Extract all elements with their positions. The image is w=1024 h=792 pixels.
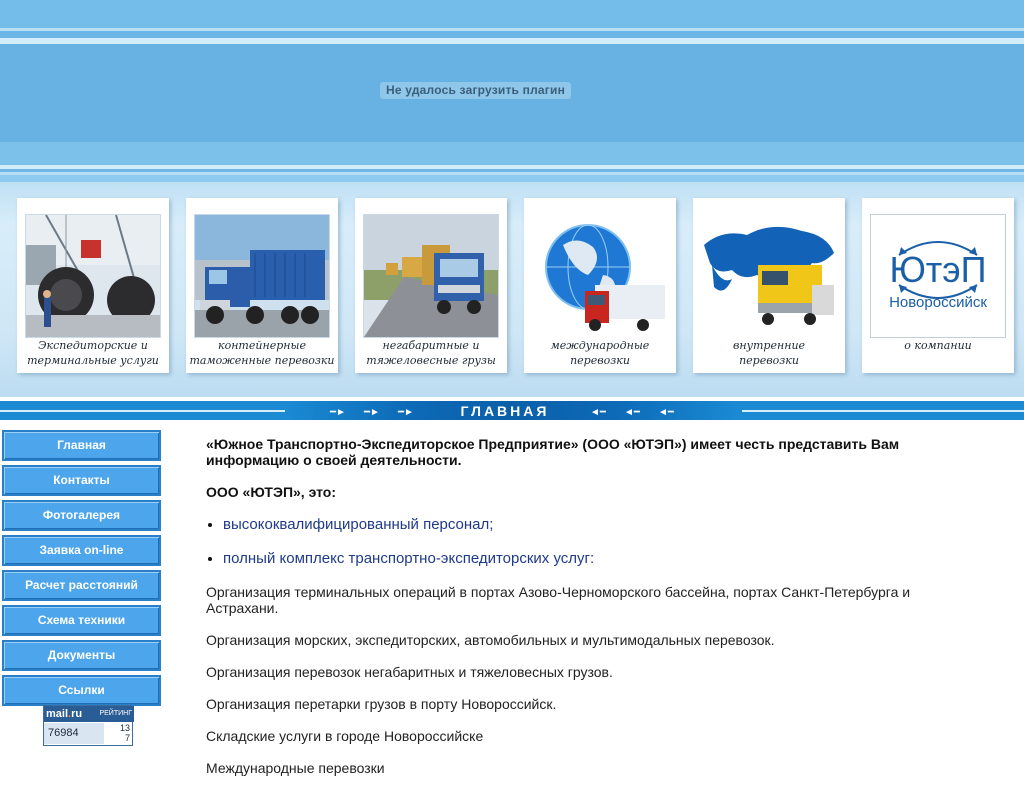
service-paragraph: Организация терминальных операций в порт…: [206, 584, 911, 616]
card-caption-line: перевозки: [570, 354, 630, 367]
counter-value: 76984: [44, 723, 104, 744]
card-caption-line: Экспедиторские и: [38, 339, 148, 352]
main-content: «Южное Транспортно-Экспедиторское Предпр…: [206, 436, 986, 792]
card-photo-terminal: [25, 214, 161, 338]
menu-item-distance-calc[interactable]: Расчет расстояний: [2, 570, 161, 601]
lead-text: ООО «ЮТЭП», это:: [206, 484, 337, 500]
card-about[interactable]: ЮтэП Новороссийск о компании: [858, 195, 1014, 373]
card-photo-container-truck: [194, 214, 330, 338]
logo-text: ЮтэП: [889, 249, 986, 290]
service-paragraph: Международные перевозки: [206, 760, 385, 776]
list-item[interactable]: высококвалифицированный персонал;: [223, 516, 986, 534]
arrow-left-icon: ◄━: [658, 407, 674, 418]
service-paragraph: Организация морских, экспедиторских, авт…: [206, 632, 775, 648]
arrow-right-icon: ━►: [398, 407, 414, 418]
counter-small-top: 13: [119, 723, 130, 733]
rating-counter[interactable]: mail.ru РЕЙТИНГ 76984 13 7: [43, 705, 134, 746]
card-photo-map-truck: [701, 214, 837, 338]
menu-item-online-request[interactable]: Заявка on-line: [2, 535, 161, 566]
counter-brand-ru: ru: [71, 708, 83, 720]
logo-subtitle: Новороссийск: [889, 294, 987, 311]
card-caption: контейнерные таможенные перевозки: [186, 338, 338, 368]
service-paragraph: Организация перетарки грузов в порту Нов…: [206, 696, 557, 712]
card-international[interactable]: международные перевозки: [520, 195, 676, 373]
card-caption-line: тяжеловесные грузы: [366, 354, 496, 367]
arrow-left-icon: ◄━: [590, 407, 606, 418]
sidebar-menu: Главная Контакты Фотогалерея Заявка on-l…: [2, 430, 161, 710]
menu-item-documents[interactable]: Документы: [2, 640, 161, 671]
card-photo-globe-truck: [532, 214, 668, 338]
card-caption-line: о компании: [904, 339, 972, 352]
arrow-right-icon: ━►: [330, 407, 346, 418]
plugin-error-message[interactable]: Не удалось загрузить плагин: [380, 82, 572, 99]
service-paragraph: Складские услуги в городе Новороссийске: [206, 728, 484, 744]
card-caption: международные перевозки: [524, 338, 676, 368]
card-photo-oversized-convoy: [363, 214, 499, 338]
card-caption-line: перевозки: [739, 354, 799, 367]
counter-small-values: 13 7: [106, 723, 130, 743]
menu-item-home[interactable]: Главная: [2, 430, 161, 461]
service-paragraph: Организация перевозок негабаритных и тяж…: [206, 664, 613, 680]
counter-small-bottom: 7: [124, 733, 130, 743]
list-item[interactable]: полный комплекс транспортно-экспедиторск…: [223, 550, 986, 568]
card-caption: о компании: [862, 338, 1014, 353]
banner-line: [0, 165, 1024, 169]
banner-band: [0, 175, 1024, 182]
section-title-bar: ━► ━► ━► ГЛАВНАЯ ◄━ ◄━ ◄━: [0, 397, 1024, 424]
counter-brand: mail.ru РЕЙТИНГ: [44, 706, 134, 722]
card-terminal-services[interactable]: Экспедиторские и терминальные услуги: [13, 195, 169, 373]
arrow-left-icon: ◄━: [624, 407, 640, 418]
card-caption-line: контейнерные: [218, 339, 306, 352]
counter-brand-mail: mail: [46, 708, 69, 720]
card-caption: внутренние перевозки: [693, 338, 845, 368]
card-caption-line: негабаритные и: [382, 339, 480, 352]
menu-item-contacts[interactable]: Контакты: [2, 465, 161, 496]
title-bar-line: [0, 410, 285, 412]
card-caption: Экспедиторские и терминальные услуги: [17, 338, 169, 368]
service-cards: Экспедиторские и терминальные услуги кон…: [0, 182, 1024, 397]
card-caption-line: международные: [550, 339, 650, 352]
flash-banner: Не удалось загрузить плагин: [0, 0, 1024, 182]
arrow-right-icon: ━►: [364, 407, 380, 418]
card-oversized-cargo[interactable]: негабаритные и тяжеловесные грузы: [351, 195, 507, 373]
menu-item-links[interactable]: Ссылки: [2, 675, 161, 706]
title-bar-line: [742, 410, 1024, 412]
company-logo: ЮтэП Новороссийск: [870, 214, 1006, 338]
banner-band: [0, 0, 1024, 28]
card-domestic[interactable]: внутренние перевозки: [689, 195, 845, 373]
counter-rating-label: РЕЙТИНГ: [99, 710, 132, 717]
card-container-customs[interactable]: контейнерные таможенные перевозки: [182, 195, 338, 373]
banner-line: [0, 28, 1024, 31]
menu-item-gallery[interactable]: Фотогалерея: [2, 500, 161, 531]
page-title: ГЛАВНАЯ: [460, 403, 550, 419]
menu-item-equipment[interactable]: Схема техники: [2, 605, 161, 636]
card-caption-line: терминальные услуги: [27, 354, 159, 367]
card-caption-line: внутренние: [732, 339, 806, 352]
card-caption: негабаритные и тяжеловесные грузы: [355, 338, 507, 368]
feature-list: высококвалифицированный персонал; полный…: [206, 516, 986, 568]
intro-text: «Южное Транспортно-Экспедиторское Предпр…: [206, 436, 900, 468]
banner-band: [0, 142, 1024, 165]
card-caption-line: таможенные перевозки: [189, 354, 335, 367]
